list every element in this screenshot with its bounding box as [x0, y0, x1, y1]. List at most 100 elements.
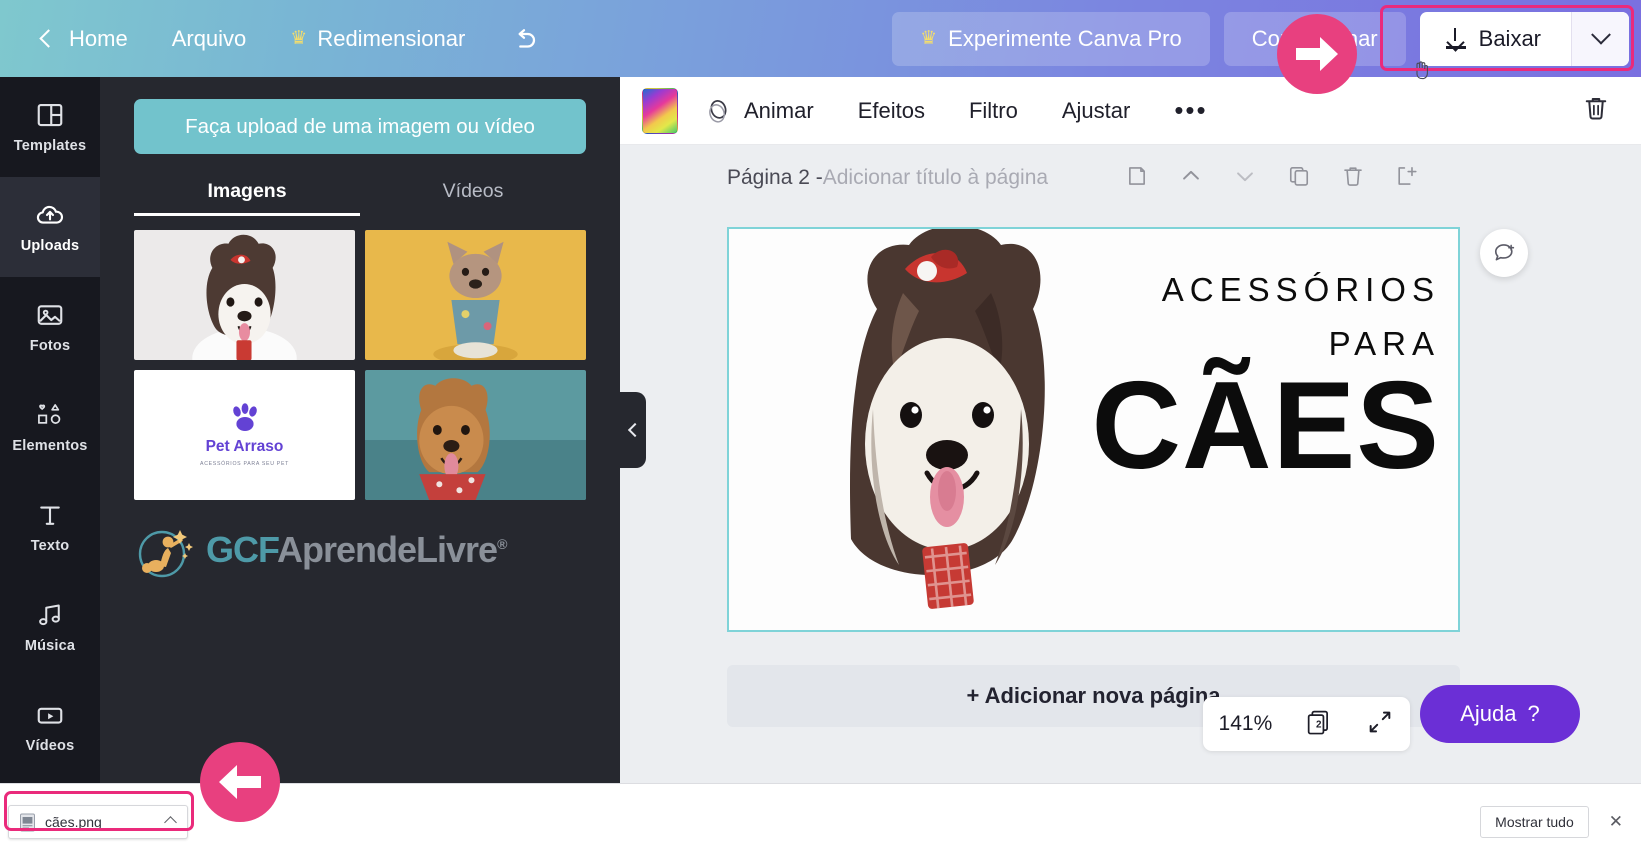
sidebar-item-uploads[interactable]: Uploads [0, 177, 100, 277]
download-label: Baixar [1478, 25, 1541, 51]
upload-thumbnail-shih-tzu[interactable] [134, 230, 355, 360]
design-text-line3: CÃES [1091, 357, 1440, 495]
sidebar-item-elementos[interactable]: Elementos [0, 377, 100, 477]
file-menu-button[interactable]: Arquivo [150, 16, 269, 62]
adjust-button[interactable]: Ajustar [1044, 89, 1148, 133]
delete-page-icon[interactable] [1340, 163, 1366, 194]
color-picker-button[interactable] [642, 87, 678, 134]
downloaded-file-name: cães.png [45, 814, 102, 830]
help-button[interactable]: Ajuda ? [1420, 685, 1580, 743]
chevron-down-icon [1590, 24, 1611, 45]
uploads-panel: Faça upload de uma imagem ou vídeo Image… [100, 77, 620, 783]
collapse-panel-button[interactable] [620, 392, 646, 468]
close-download-bar-button[interactable]: ✕ [1603, 810, 1629, 834]
gcf-mascot-icon [138, 530, 193, 578]
video-icon [37, 707, 63, 724]
upload-thumbnail-brown-dog[interactable] [365, 370, 586, 500]
delete-element-button[interactable] [1573, 85, 1619, 136]
gcf-brand-text: GCFAprendeLivre® [206, 529, 507, 571]
annotation-arrow-left [200, 742, 280, 822]
page-tools-group [1124, 163, 1420, 194]
chevron-left-icon [627, 422, 643, 438]
effects-button[interactable]: Efeitos [840, 89, 943, 133]
more-options-button[interactable]: ••• [1156, 94, 1225, 128]
arrow-right-icon [1296, 37, 1338, 71]
shih-tzu-dog-thumb [134, 230, 355, 360]
paw-print-icon [232, 403, 257, 431]
sidebar-label: Uploads [20, 238, 80, 254]
download-options-button[interactable] [1571, 11, 1629, 66]
animate-button[interactable]: Animar [686, 88, 832, 134]
pet-arraso-title: Pet Arraso [205, 438, 284, 455]
gcf-brand-logo: GCFAprendeLivre® [100, 500, 620, 578]
dog-photo-element[interactable] [777, 229, 1117, 630]
downloaded-file-item[interactable]: cães.png [8, 805, 188, 839]
pro-label: Experimente Canva Pro [948, 25, 1182, 51]
tab-videos[interactable]: Vídeos [360, 180, 586, 216]
cloud-upload-icon [36, 205, 64, 224]
download-button[interactable]: Baixar [1420, 12, 1571, 66]
download-icon [1445, 27, 1466, 50]
download-group: Baixar [1419, 11, 1629, 66]
try-canva-pro-button[interactable]: ♛ Experimente Canva Pro [892, 11, 1210, 66]
shapes-icon [38, 404, 61, 424]
arrow-left-icon [219, 765, 261, 799]
help-label: Ajuda [1460, 701, 1517, 726]
sidebar-item-videos[interactable]: Vídeos [0, 677, 100, 777]
home-button[interactable]: Home [20, 16, 150, 62]
page-count-button[interactable]: 2 [1303, 706, 1335, 743]
design-text-block[interactable]: ACESSÓRIOS PARA CÃES [1080, 271, 1440, 495]
undo-button[interactable] [487, 14, 561, 64]
photo-icon [37, 305, 63, 325]
annotation-arrow-right [1277, 14, 1357, 94]
top-bar: Home Arquivo ♛ Redimensionar ♛ Experimen… [0, 0, 1641, 77]
upload-thumbnail-french-bulldog[interactable] [365, 230, 586, 360]
chevron-up-icon[interactable] [164, 815, 177, 829]
upload-thumbnail-pet-arraso-logo[interactable]: Pet Arraso ACESSÓRIOS PARA SEU PET [134, 370, 355, 500]
page-title: Página 2 - [727, 166, 823, 189]
sidebar-label: Fotos [29, 338, 71, 354]
french-bulldog-thumb [365, 230, 586, 360]
more-dots-icon: ••• [1174, 94, 1208, 125]
tab-label: Imagens [207, 180, 287, 202]
home-label: Home [69, 25, 128, 51]
page-subtitle-placeholder[interactable]: Adicionar título à página [823, 166, 1048, 190]
sidebar-label: Elementos [12, 438, 88, 454]
add-page-icon[interactable] [1394, 163, 1420, 194]
fullscreen-icon [1370, 711, 1391, 732]
file-label: Arquivo [171, 25, 247, 51]
pet-arraso-subtitle: ACESSÓRIOS PARA SEU PET [200, 461, 289, 467]
tab-imagens[interactable]: Imagens [134, 180, 360, 216]
add-comment-button[interactable] [1480, 229, 1528, 277]
sidebar-item-texto[interactable]: Texto [0, 477, 100, 577]
uploads-thumbnail-grid: Pet Arraso ACESSÓRIOS PARA SEU PET [100, 216, 620, 500]
resize-button[interactable]: ♛ Redimensionar [268, 16, 487, 62]
sidebar-item-templates[interactable]: Templates [0, 77, 100, 177]
move-down-icon[interactable] [1232, 163, 1258, 194]
fullscreen-button[interactable] [1366, 708, 1394, 741]
notes-icon[interactable] [1124, 163, 1150, 194]
sidebar-label: Templates [13, 138, 87, 154]
sidebar-item-fotos[interactable]: Fotos [0, 277, 100, 377]
show-all-downloads-button[interactable]: Mostrar tudo [1480, 806, 1589, 838]
sidebar-item-musica[interactable]: Música [0, 577, 100, 677]
left-sidebar: Templates Uploads Fotos Elementos Texto … [0, 77, 100, 783]
duplicate-icon[interactable] [1286, 163, 1312, 194]
page-count-value: 2 [1316, 719, 1322, 730]
tab-label: Vídeos [442, 180, 504, 202]
show-all-label: Mostrar tudo [1495, 814, 1574, 830]
move-up-icon[interactable] [1178, 163, 1204, 194]
crown-icon: ♛ [290, 28, 308, 49]
design-canvas[interactable]: ACESSÓRIOS PARA CÃES [727, 227, 1460, 632]
top-bar-right-group: ♛ Experimente Canva Pro Compartilhar Bai… [892, 11, 1641, 66]
zoom-level-label[interactable]: 141% [1219, 712, 1273, 736]
zoom-controls: 141% 2 [1203, 697, 1410, 751]
sidebar-label: Música [24, 638, 76, 654]
upload-media-button[interactable]: Faça upload de uma imagem ou vídeo [134, 99, 586, 154]
templates-icon [37, 103, 63, 127]
text-icon [40, 506, 60, 525]
help-question-mark: ? [1527, 701, 1540, 726]
registered-mark: ® [497, 536, 507, 552]
filter-button[interactable]: Filtro [951, 89, 1036, 133]
brown-dog-bandana-thumb [365, 370, 586, 500]
